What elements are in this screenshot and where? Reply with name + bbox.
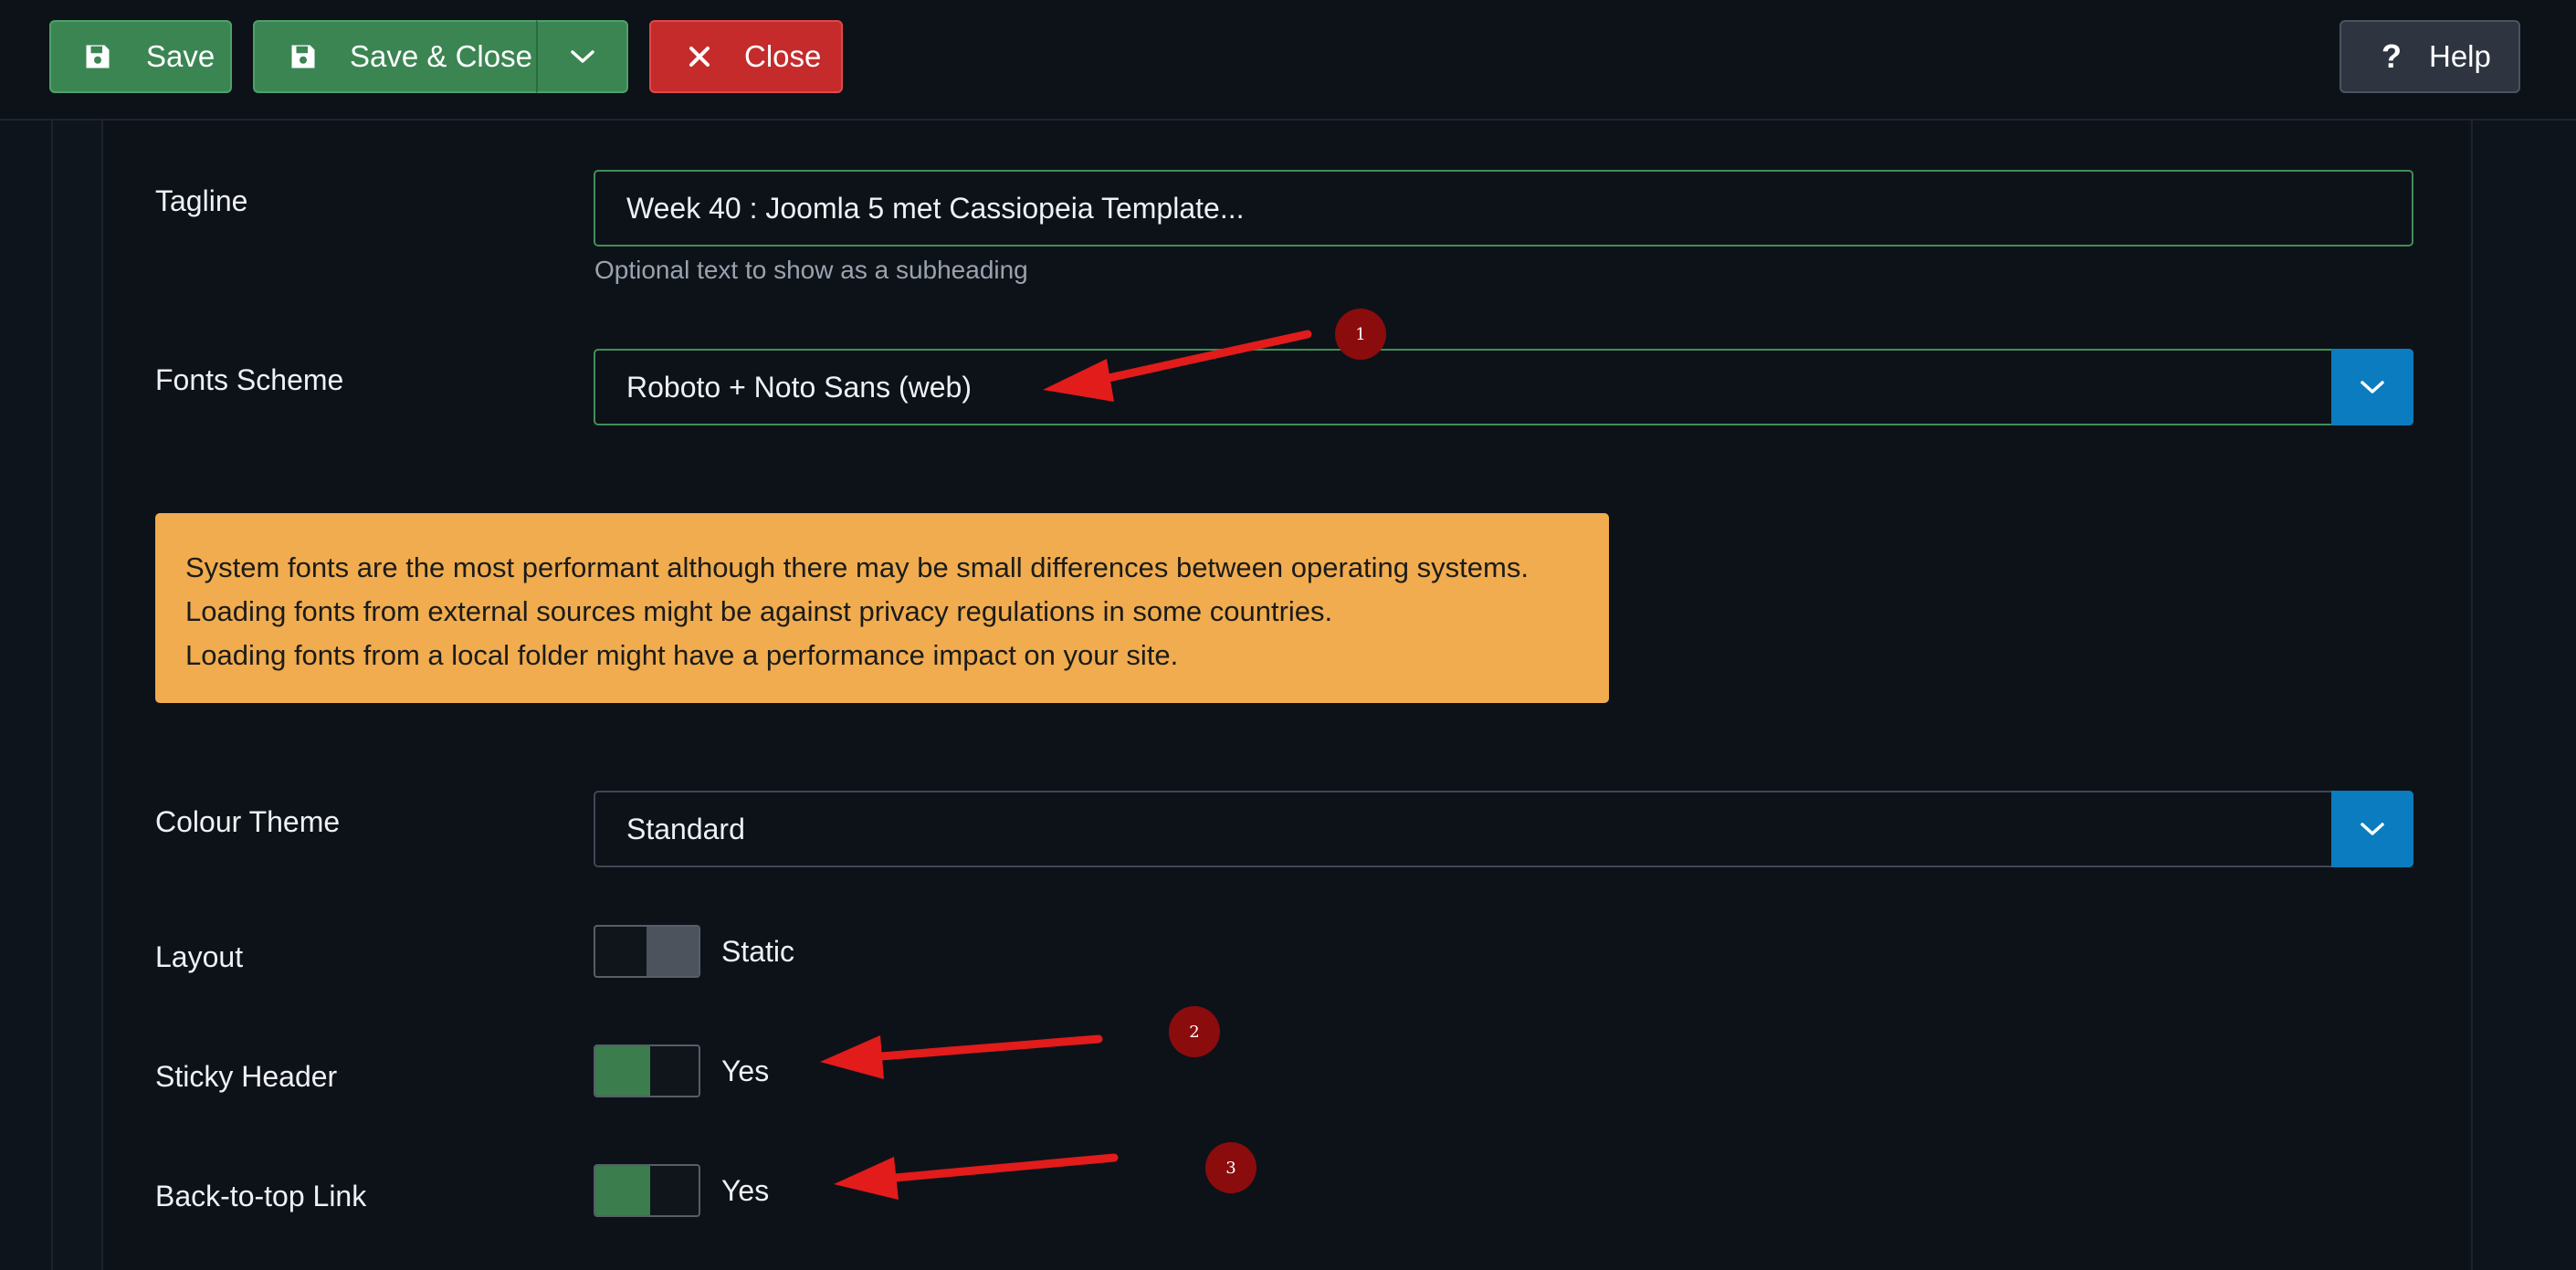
annotation-badge-3: 3 bbox=[1205, 1142, 1256, 1193]
annotation-arrow-2 bbox=[820, 1034, 1103, 1079]
annotation-arrows bbox=[820, 330, 1312, 1200]
annotation-badge-2: 2 bbox=[1169, 1006, 1220, 1057]
annotation-arrow-3 bbox=[834, 1153, 1119, 1200]
annotation-badge-1: 1 bbox=[1335, 309, 1386, 360]
annotation-arrow-1 bbox=[1043, 330, 1312, 402]
